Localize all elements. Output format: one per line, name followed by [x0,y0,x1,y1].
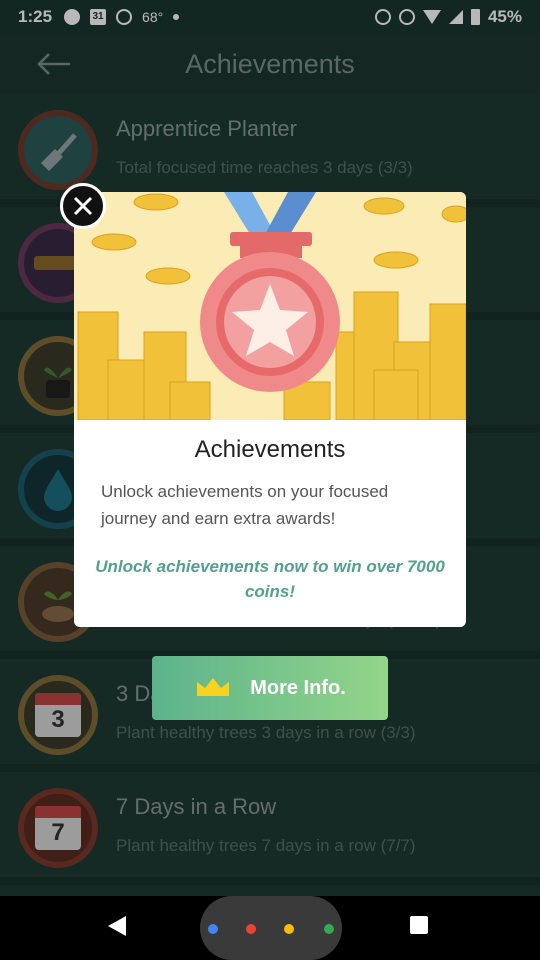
nav-recents-icon[interactable] [410,916,428,934]
achievements-dialog: Achievements Unlock achievements on your… [74,192,466,627]
more-info-label: More Info. [250,676,346,699]
assistant-dot-icon [324,924,334,934]
assistant-dot-icon [208,924,218,934]
medal-icon [77,192,466,421]
medal-illustration [74,192,466,421]
close-button[interactable] [60,183,106,229]
system-nav-bar [0,896,540,960]
crown-icon [197,678,230,696]
close-icon [73,196,93,216]
nav-home-button[interactable] [200,896,342,960]
dialog-title: Achievements [194,436,346,463]
assistant-dot-icon [284,924,294,934]
more-info-button[interactable]: More Info. [152,656,388,720]
dialog-highlight: Unlock achievements now to win over 7000… [95,557,445,601]
assistant-dot-icon [246,924,256,934]
dialog-body: Unlock achievements on your focused jour… [101,482,389,528]
nav-back-icon[interactable] [108,916,126,936]
